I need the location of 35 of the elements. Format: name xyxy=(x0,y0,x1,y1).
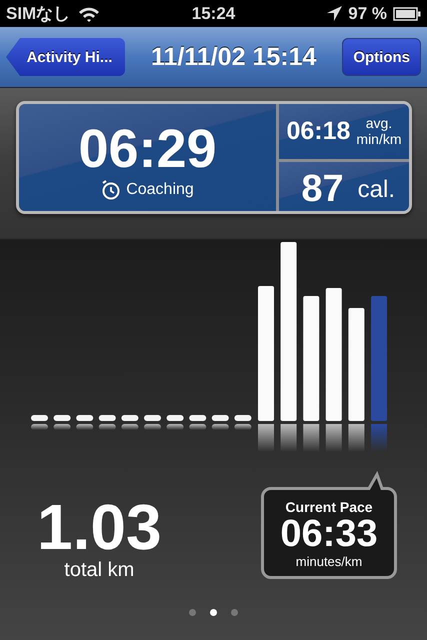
chart-bar xyxy=(31,415,48,430)
battery-percentage: 97 % xyxy=(348,4,388,24)
avg-pace-value: 06:18 xyxy=(286,117,350,146)
chart-bar xyxy=(212,415,229,430)
chart-bar xyxy=(144,415,161,430)
clock-time: 15:24 xyxy=(192,4,236,24)
mode-label: Coaching xyxy=(126,180,194,198)
calories-unit: cal. xyxy=(358,176,395,204)
location-arrow-icon xyxy=(327,6,342,21)
avg-label: avg. xyxy=(366,116,392,132)
page-indicator-dot[interactable] xyxy=(231,609,238,616)
timer-icon xyxy=(101,180,122,200)
distance-value: 1.03 xyxy=(37,495,162,559)
calories-value: 87 xyxy=(301,168,344,211)
chart-bar xyxy=(166,415,184,430)
back-button[interactable]: Activity Hi... xyxy=(6,38,125,76)
current-pace-title: Current Pace xyxy=(285,498,373,515)
current-pace-unit: minutes/km xyxy=(296,554,362,570)
chart-bar xyxy=(234,415,252,430)
chart-bar xyxy=(54,415,71,430)
page-indicator-dot[interactable] xyxy=(210,609,217,616)
avg-unit: min/km xyxy=(356,132,402,147)
wifi-icon xyxy=(78,6,100,22)
chart-bar xyxy=(189,415,206,430)
chart-bar xyxy=(121,415,138,430)
chart-bar xyxy=(98,415,116,430)
options-button[interactable]: Options xyxy=(342,38,421,76)
page-indicator-dot[interactable] xyxy=(189,609,196,616)
duration-value: 06:29 xyxy=(78,122,217,176)
carrier-name: SIMなし xyxy=(6,3,70,25)
distance-unit: total km xyxy=(64,559,134,582)
current-pace-value: 06:33 xyxy=(280,514,378,554)
battery-icon xyxy=(393,6,422,20)
chart-bar xyxy=(76,415,94,430)
screen-title: 11/11/02 15:14 xyxy=(150,42,316,72)
